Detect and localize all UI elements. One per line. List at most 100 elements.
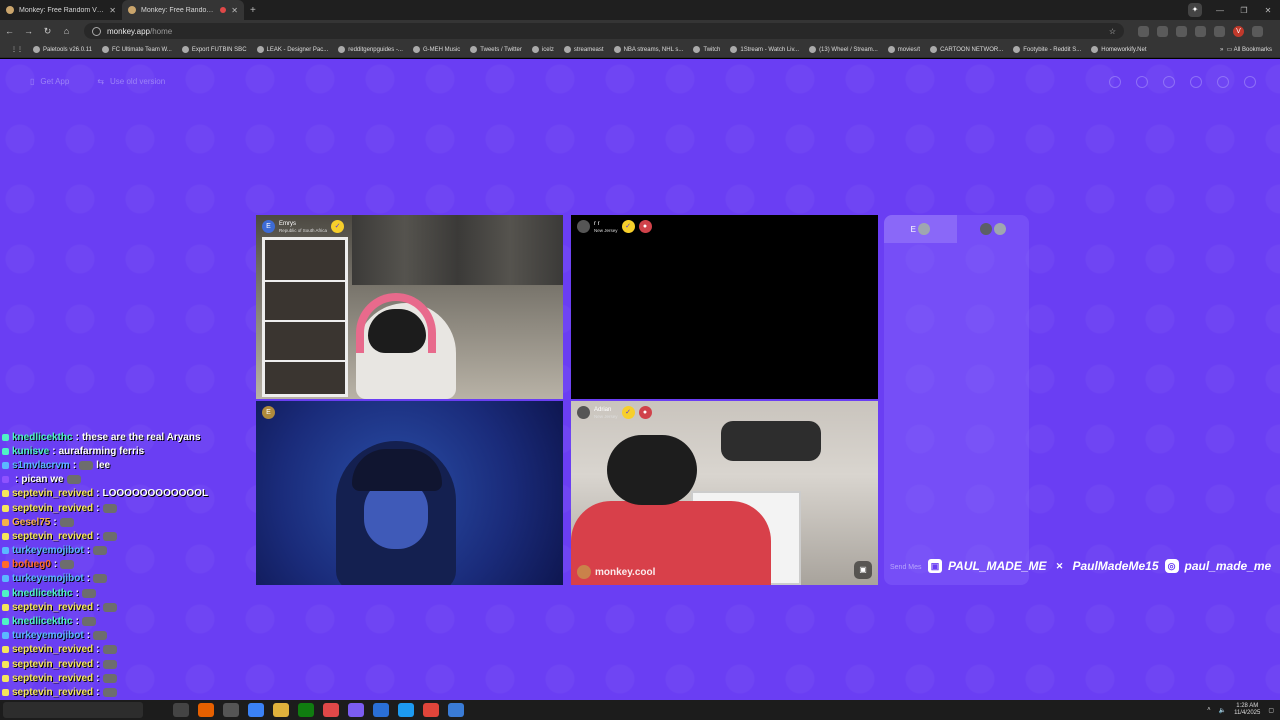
restore-icon[interactable]: ❐ bbox=[1232, 6, 1256, 15]
bookmark-star-icon[interactable]: ☆ bbox=[1109, 27, 1116, 36]
chat-text: aurafarming ferris bbox=[58, 445, 145, 457]
task-view-icon[interactable] bbox=[173, 703, 189, 717]
app-icon[interactable] bbox=[348, 703, 364, 717]
home-icon[interactable]: ⌂ bbox=[57, 26, 76, 36]
chat-badge-icon bbox=[2, 547, 9, 555]
bookmark-item[interactable]: LEAK - Designer Pac... bbox=[252, 46, 334, 53]
app-icon[interactable] bbox=[248, 703, 264, 717]
monkey-favicon-icon bbox=[128, 6, 136, 14]
bookmark-item[interactable]: Homeworkify.Net bbox=[1086, 46, 1151, 53]
taskbar-apps bbox=[173, 703, 464, 717]
speaker-icon[interactable]: 🔈 bbox=[1219, 707, 1226, 714]
video-tile-3[interactable]: E bbox=[256, 401, 563, 585]
download-icon[interactable] bbox=[1214, 25, 1225, 37]
extension-icon[interactable] bbox=[1157, 25, 1168, 37]
bookmark-item[interactable]: Export FUTBIN SBC bbox=[177, 46, 252, 53]
clothes-pile bbox=[721, 421, 821, 461]
old-version-link[interactable]: ⇆ Use old version bbox=[97, 77, 165, 86]
app-icon[interactable] bbox=[373, 703, 389, 717]
firefox-icon[interactable] bbox=[198, 703, 214, 717]
video-tile-1[interactable]: E Emrys Republic of South Africa ✓ bbox=[256, 215, 563, 399]
xbox-icon[interactable] bbox=[298, 703, 314, 717]
bookmark-item[interactable]: FC Ultimate Team W... bbox=[97, 46, 177, 53]
close-window-icon[interactable]: ✕ bbox=[1256, 6, 1280, 15]
globe-icon[interactable] bbox=[1163, 76, 1175, 88]
chat-username: Gesel75 bbox=[12, 516, 51, 528]
chat-colon: : bbox=[86, 545, 91, 557]
chat-emote bbox=[93, 574, 108, 584]
send-message-input[interactable]: Send Mes bbox=[890, 564, 922, 571]
clock[interactable]: 1:28 AM 11/4/2025 bbox=[1234, 703, 1260, 717]
taskbar-search[interactable] bbox=[3, 702, 143, 718]
page-topbar-left: ▯ Get App ⇆ Use old version bbox=[30, 77, 165, 86]
avatar bbox=[577, 406, 590, 419]
url-host: monkey.app bbox=[107, 26, 150, 36]
new-tab-button[interactable]: + bbox=[244, 5, 262, 16]
side-tab-1[interactable]: E bbox=[884, 215, 957, 243]
all-bookmarks[interactable]: » ▭ All Bookmarks bbox=[1220, 46, 1280, 53]
bookmark-item[interactable]: movies/t bbox=[883, 46, 925, 53]
forward-icon[interactable]: → bbox=[19, 26, 38, 36]
back-icon[interactable]: ← bbox=[0, 26, 19, 36]
bookmark-item[interactable]: Footybite - Reddit S... bbox=[1008, 46, 1086, 53]
chat-badge-icon bbox=[2, 504, 9, 512]
bookmark-item[interactable]: NBA streams, NHL s... bbox=[609, 46, 689, 53]
curtain bbox=[352, 215, 563, 285]
chat-emote bbox=[60, 560, 75, 570]
video-tile-4[interactable]: Adrian New Jersey ✓ ● monkey.cool ▣ bbox=[571, 401, 878, 585]
reload-icon[interactable]: ↻ bbox=[38, 26, 57, 37]
stream-chat-overlay: knedlicekthc: these are the real Aryans ku… bbox=[2, 430, 262, 700]
profile-icon[interactable] bbox=[1244, 76, 1256, 88]
bookmark-item[interactable]: 1Stream - Watch Liv... bbox=[725, 46, 804, 53]
gemini-icon[interactable]: ✦ bbox=[1188, 3, 1202, 17]
sidepanel-icon[interactable] bbox=[1195, 25, 1206, 37]
app-icon[interactable] bbox=[223, 703, 239, 717]
address-bar[interactable]: monkey.app/home ☆ bbox=[84, 23, 1124, 39]
app-icon[interactable] bbox=[423, 703, 439, 717]
get-app-link[interactable]: ▯ Get App bbox=[30, 77, 69, 86]
user-tag: Adrian New Jersey ✓ ● bbox=[577, 406, 652, 419]
profile-avatar[interactable]: V bbox=[1233, 25, 1244, 37]
video-tile-2[interactable]: r r New Jersey ✓ ● bbox=[571, 215, 878, 399]
puzzle-icon[interactable] bbox=[1176, 25, 1187, 37]
bookmark-item[interactable]: Tweets / Twitter bbox=[465, 46, 527, 53]
app-icon[interactable] bbox=[398, 703, 414, 717]
close-icon[interactable]: ✕ bbox=[231, 6, 238, 15]
bookmark-item[interactable]: Paletools v26.0.11 bbox=[28, 46, 97, 53]
chrome-icon[interactable] bbox=[323, 703, 339, 717]
windows-taskbar: ˄ 🔈 1:28 AM 11/4/2025 ▢ bbox=[0, 700, 1280, 720]
camera-switch-icon[interactable]: ▣ bbox=[854, 561, 872, 579]
chat-icon[interactable] bbox=[1217, 76, 1229, 88]
extension-icon[interactable] bbox=[1138, 25, 1149, 37]
shop-icon[interactable] bbox=[1109, 76, 1121, 88]
page-topbar-right bbox=[1109, 76, 1256, 88]
apps-icon[interactable]: ⋮⋮ bbox=[6, 46, 28, 53]
bookmark-item[interactable]: Twitch bbox=[688, 46, 725, 53]
chat-message: s1mvlacrvm: lee bbox=[2, 458, 262, 472]
bookmark-item[interactable]: icelz bbox=[527, 46, 559, 53]
bookshelf bbox=[262, 237, 348, 397]
bookmark-item[interactable]: redditgenpguides -... bbox=[333, 46, 408, 53]
close-icon[interactable]: ✕ bbox=[109, 6, 116, 15]
chevron-up-icon[interactable]: ˄ bbox=[1207, 707, 1211, 713]
browser-tab-2[interactable]: Monkey: Free Random Vid ✕ bbox=[122, 0, 244, 20]
bookmark-item[interactable]: streameast bbox=[559, 46, 609, 53]
app-icon[interactable] bbox=[448, 703, 464, 717]
chat-message: knedlicekthc: these are the real Aryans bbox=[2, 430, 262, 444]
side-tab-2[interactable] bbox=[957, 215, 1030, 243]
chat-message: : pican we bbox=[2, 473, 262, 487]
search-icon[interactable] bbox=[1136, 76, 1148, 88]
report-icon[interactable]: ● bbox=[638, 406, 652, 419]
notification-icon[interactable]: ▢ bbox=[1268, 707, 1274, 714]
menu-icon[interactable] bbox=[1252, 25, 1263, 37]
history-icon[interactable] bbox=[1190, 76, 1202, 88]
file-explorer-icon[interactable] bbox=[273, 703, 289, 717]
browser-tab-1[interactable]: Monkey: Free Random Video C ✕ bbox=[0, 0, 122, 20]
minimize-icon[interactable]: — bbox=[1208, 6, 1232, 15]
site-info-icon[interactable] bbox=[92, 26, 101, 36]
bookmark-item[interactable]: (13) Wheel / Stream... bbox=[804, 46, 883, 53]
bookmark-item[interactable]: CARTOON NETWOR... bbox=[925, 46, 1008, 53]
bookmark-item[interactable]: G-MEH Music bbox=[408, 46, 465, 53]
report-icon[interactable]: ● bbox=[638, 220, 652, 233]
monkey-page: ▯ Get App ⇆ Use old version E Emrys Repu… bbox=[0, 59, 1280, 700]
